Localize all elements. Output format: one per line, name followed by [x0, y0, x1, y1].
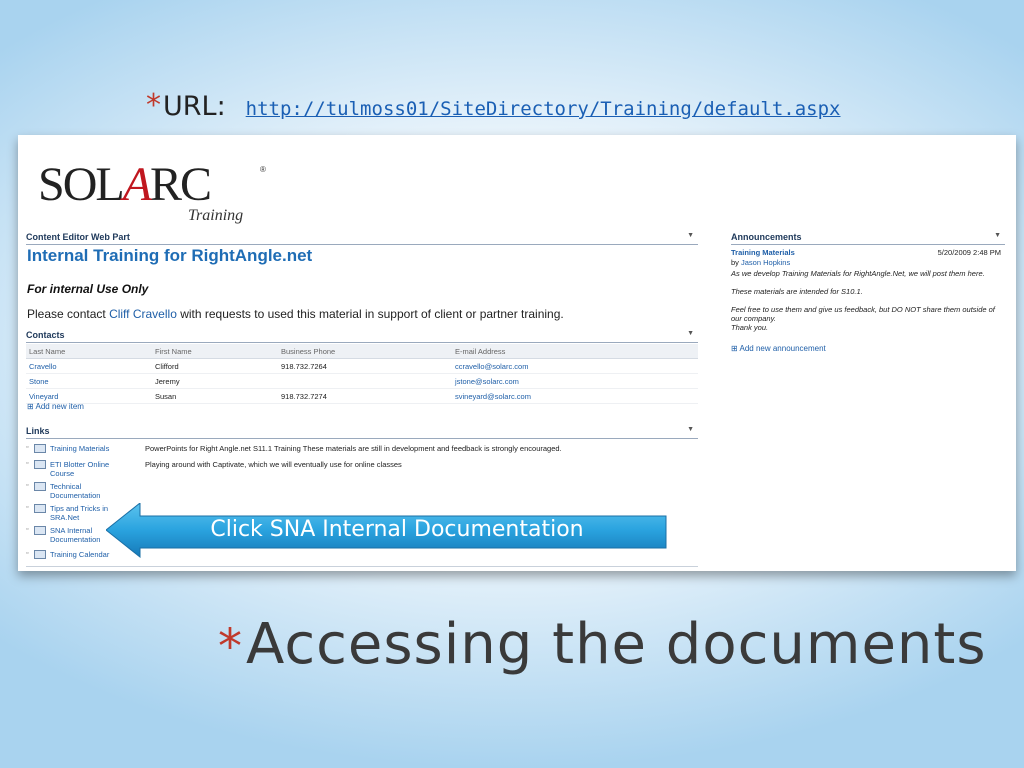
- contact-email[interactable]: svineyard@solarc.com: [452, 388, 698, 404]
- expand-icon[interactable]: ▫: [26, 550, 34, 559]
- logo-registered: ®: [260, 165, 266, 174]
- add-new-announcement-link[interactable]: ⊞ Add new announcement: [731, 344, 826, 353]
- column-header[interactable]: Last Name: [26, 344, 152, 359]
- expand-icon[interactable]: ▫: [26, 526, 34, 544]
- callout-label: Click SNA Internal Documentation: [210, 517, 584, 542]
- table-row: Stone Jeremy jstone@solarc.com: [26, 373, 698, 389]
- divider: [26, 566, 698, 567]
- contacts-table: Last Name First Name Business Phone E-ma…: [26, 344, 698, 404]
- document-icon: [34, 482, 46, 491]
- contacts-header: Contacts ▼: [26, 330, 698, 343]
- table-row: Vineyard Susan 918.732.7274 svineyard@so…: [26, 388, 698, 404]
- links-header: Links ▼: [26, 426, 698, 439]
- page-title: Internal Training for RightAngle.net: [27, 246, 313, 265]
- announcement-body: These materials are intended for S10.1.: [731, 287, 863, 296]
- logo-subtitle: Training: [188, 207, 244, 224]
- url-label: URL:: [163, 91, 226, 122]
- announcement-title[interactable]: Training Materials: [731, 248, 795, 257]
- column-header[interactable]: E-mail Address: [452, 344, 698, 359]
- document-icon: [34, 504, 46, 513]
- announcement-author: by Jason Hopkins: [731, 258, 791, 267]
- logo-brand: SOLARC: [38, 158, 212, 211]
- cewp-header: Content Editor Web Part ▼: [26, 232, 698, 245]
- expand-icon[interactable]: ▫: [26, 504, 34, 522]
- url-line: * URL: http://tulmoss01/SiteDirectory/Tr…: [146, 88, 841, 128]
- announcement-body: Feel free to use them and give us feedba…: [731, 305, 995, 323]
- internal-notice: For internal Use Only: [27, 282, 149, 296]
- contact-person-link[interactable]: Cliff Cravello: [109, 307, 177, 321]
- column-header[interactable]: First Name: [152, 344, 278, 359]
- add-icon: ⊞: [731, 344, 738, 353]
- announcements-header: Announcements ▼: [731, 232, 1005, 245]
- bullet-star: *: [218, 619, 242, 675]
- author-link[interactable]: Jason Hopkins: [741, 258, 790, 267]
- dropdown-arrow-icon[interactable]: ▼: [687, 330, 694, 337]
- contact-first-name: Clifford: [152, 358, 278, 374]
- column-header[interactable]: Business Phone: [278, 344, 452, 359]
- list-item[interactable]: ▫ Technical Documentation: [26, 482, 110, 500]
- contact-first-name: Jeremy: [152, 373, 278, 389]
- solarc-logo: SOLARC ® Training: [38, 149, 278, 229]
- document-icon: [34, 526, 46, 535]
- list-item[interactable]: ▫ Training Materials PowerPoints for Rig…: [26, 444, 562, 453]
- contact-last-name[interactable]: Cravello: [26, 358, 152, 374]
- table-row: Cravello Clifford 918.732.7264 ccravello…: [26, 358, 698, 374]
- url-link[interactable]: http://tulmoss01/SiteDirectory/Training/…: [246, 98, 841, 120]
- list-item[interactable]: ▫ Tips and Tricks in SRA.Net: [26, 504, 110, 522]
- expand-icon[interactable]: ▫: [26, 460, 34, 478]
- contact-line: Please contact Cliff Cravello with reque…: [27, 307, 564, 321]
- list-item[interactable]: ▫ SNA Internal Documentation: [26, 526, 110, 544]
- add-new-item-link[interactable]: ⊞ Add new item: [27, 402, 84, 411]
- slide-title: Accessing the documents: [246, 612, 987, 677]
- dropdown-arrow-icon[interactable]: ▼: [994, 232, 1001, 239]
- add-icon: ⊞: [27, 402, 34, 411]
- expand-icon[interactable]: ▫: [26, 482, 34, 500]
- contact-phone: 918.732.7264: [278, 358, 452, 374]
- document-icon: [34, 460, 46, 469]
- contact-last-name[interactable]: Stone: [26, 373, 152, 389]
- announcement-date: 5/20/2009 2:48 PM: [937, 248, 1001, 257]
- bullet-star: *: [146, 88, 161, 123]
- dropdown-arrow-icon[interactable]: ▼: [687, 232, 694, 239]
- announcement-body: Thank you.: [731, 323, 769, 332]
- contact-email[interactable]: ccravello@solarc.com: [452, 358, 698, 374]
- slide-title-line: * Accessing the documents: [218, 612, 987, 677]
- document-icon: [34, 550, 46, 559]
- contact-phone: [278, 373, 452, 389]
- contact-first-name: Susan: [152, 388, 278, 404]
- list-item[interactable]: ▫ ETI Blotter Online Course Playing arou…: [26, 460, 402, 478]
- contact-phone: 918.732.7274: [278, 388, 452, 404]
- document-icon: [34, 444, 46, 453]
- announcement-body: As we develop Training Materials for Rig…: [731, 269, 985, 278]
- expand-icon[interactable]: ▫: [26, 444, 34, 453]
- dropdown-arrow-icon[interactable]: ▼: [687, 426, 694, 433]
- callout-arrow: Click SNA Internal Documentation: [106, 503, 668, 558]
- contact-email[interactable]: jstone@solarc.com: [452, 373, 698, 389]
